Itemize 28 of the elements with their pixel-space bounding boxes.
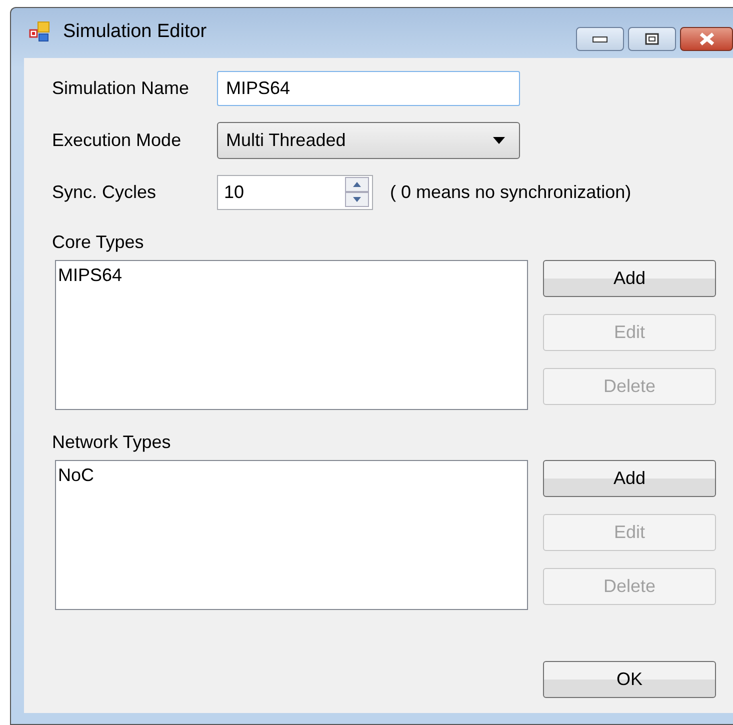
list-item[interactable]: MIPS64 <box>58 264 525 286</box>
section-label: Core Types <box>52 232 145 253</box>
spin-arrows-icon[interactable] <box>345 177 369 207</box>
dropdown-arrow-icon <box>493 137 505 144</box>
window-title: Simulation Editor <box>63 21 207 43</box>
ok-button[interactable]: OK <box>543 661 716 698</box>
close-button[interactable] <box>680 27 733 51</box>
maximize-icon <box>644 32 660 46</box>
list-item[interactable]: NoC <box>58 464 525 486</box>
hint-text: ( 0 means no synchronization) <box>390 182 632 203</box>
list-box[interactable]: NoC <box>55 460 528 610</box>
dialog-button: Delete <box>543 368 716 405</box>
minimize-button[interactable] <box>576 27 624 51</box>
dialog-button: Edit <box>543 314 716 351</box>
maximize-button[interactable] <box>628 27 676 51</box>
dialog-button[interactable]: Add <box>543 260 716 297</box>
app-icon <box>29 21 51 43</box>
dropdown[interactable]: Multi Threaded <box>217 122 520 159</box>
section-label: Network Types <box>52 432 172 453</box>
dialog-button: Delete <box>543 568 716 605</box>
field-label: Sync. Cycles <box>52 182 158 203</box>
dialog-button: Edit <box>543 514 716 551</box>
list-box[interactable]: MIPS64 <box>55 260 528 410</box>
text-field[interactable]: MIPS64 <box>217 71 520 106</box>
field-label: Simulation Name <box>52 78 190 99</box>
field-label: Execution Mode <box>52 130 182 151</box>
minimize-icon <box>592 35 608 43</box>
dialog-button[interactable]: Add <box>543 460 716 497</box>
